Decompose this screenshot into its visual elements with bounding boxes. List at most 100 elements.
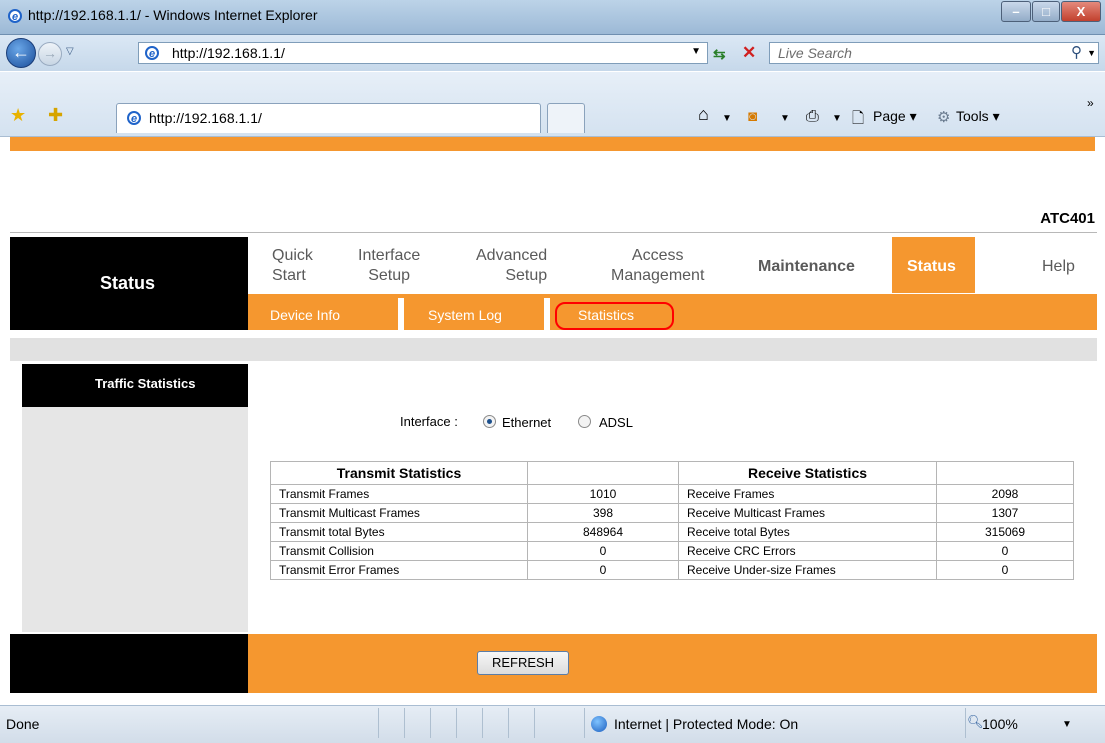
menu-label: Management <box>611 267 705 284</box>
transmit-header: Transmit Statistics <box>270 461 528 485</box>
zoom-level[interactable]: 100% <box>982 716 1018 732</box>
table-row: Transmit Collision 0 Receive CRC Errors … <box>270 541 1074 561</box>
menu-status[interactable]: Status <box>907 257 956 277</box>
menu-label: Advanced <box>476 247 548 264</box>
menu-interface-setup[interactable]: Interface Setup <box>358 246 420 286</box>
table-header-row: Transmit Statistics Receive Statistics <box>270 461 1074 485</box>
menu-advanced-setup[interactable]: Advanced Setup <box>476 246 547 286</box>
gear-icon: ⚙ <box>937 109 951 126</box>
ie-logo-icon: e <box>8 9 22 23</box>
interface-label: Interface : <box>400 414 458 429</box>
status-text: Done <box>6 716 40 732</box>
status-divider <box>404 708 405 738</box>
radio-ethernet[interactable] <box>483 415 496 428</box>
header-divider <box>10 232 1097 233</box>
footer-black-panel <box>10 634 248 693</box>
side-label: Traffic Statistics <box>95 376 196 391</box>
header-orange-bar <box>10 137 1095 151</box>
status-divider <box>508 708 509 738</box>
tx-value: 0 <box>527 560 679 580</box>
menu-maintenance[interactable]: Maintenance <box>758 257 855 277</box>
rx-label: Receive Multicast Frames <box>678 503 937 523</box>
address-dropdown-icon[interactable]: ▼ <box>691 46 701 57</box>
search-icon[interactable]: ⚲ <box>1071 43 1082 61</box>
page-icon: e <box>145 46 159 60</box>
tx-value: 848964 <box>527 522 679 542</box>
rx-label: Receive total Bytes <box>678 522 937 542</box>
radio-adsl-label: ADSL <box>599 415 633 430</box>
model-name: ATC401 <box>1040 210 1095 227</box>
submenu-divider <box>544 298 550 330</box>
rx-value: 0 <box>936 541 1074 561</box>
tx-value: 0 <box>527 541 679 561</box>
statistics-highlight-circle <box>555 302 674 330</box>
browser-tab[interactable]: e http://192.168.1.1/ <box>116 103 541 133</box>
security-zone[interactable]: Internet | Protected Mode: On <box>614 716 798 732</box>
print-icon[interactable]: ⎙ <box>806 108 819 126</box>
tx-label: Transmit Error Frames <box>270 560 528 580</box>
status-divider <box>430 708 431 738</box>
table-row: Transmit Error Frames 0 Receive Under-si… <box>270 560 1074 580</box>
search-dropdown-icon[interactable]: ▼ <box>1087 48 1096 58</box>
back-arrow-icon[interactable]: ← <box>6 38 36 68</box>
status-divider <box>534 708 535 738</box>
menu-label: Quick <box>272 247 313 264</box>
menu-access-management[interactable]: Access Management <box>611 246 704 286</box>
menu-label: Access <box>631 247 684 264</box>
forward-arrow-icon[interactable]: → <box>38 42 62 66</box>
favorites-star-icon[interactable]: ★ <box>10 105 26 126</box>
tools-menu[interactable]: Tools ▾ <box>956 108 1000 125</box>
menu-quick-start[interactable]: Quick Start <box>272 246 313 286</box>
zoom-dropdown-icon[interactable]: ▼ <box>1062 719 1072 730</box>
refresh-page-icon[interactable]: ⇆ <box>713 45 726 63</box>
feeds-icon[interactable]: ◙ <box>748 108 757 125</box>
menu-help[interactable]: Help <box>1042 257 1075 277</box>
table-row: Transmit total Bytes 848964 Receive tota… <box>270 522 1074 542</box>
tx-label: Transmit Multicast Frames <box>270 503 528 523</box>
tools-menu-label: Tools <box>956 108 989 124</box>
minimize-button[interactable]: – <box>1001 1 1031 22</box>
add-favorites-icon[interactable]: ✚ <box>48 105 63 126</box>
table-row: Transmit Multicast Frames 398 Receive Mu… <box>270 503 1074 523</box>
stop-icon[interactable]: ✕ <box>742 43 756 63</box>
print-dropdown-icon[interactable]: ▼ <box>832 113 842 124</box>
tab-page-icon: e <box>127 111 141 125</box>
new-tab-button[interactable] <box>547 103 585 133</box>
feeds-dropdown-icon[interactable]: ▼ <box>780 113 790 124</box>
status-divider <box>482 708 483 738</box>
radio-adsl[interactable] <box>578 415 591 428</box>
empty-header <box>527 461 679 485</box>
history-dropdown-icon[interactable]: ▽ <box>66 46 74 57</box>
close-button[interactable]: X <box>1061 1 1101 22</box>
tx-value: 398 <box>527 503 679 523</box>
tx-value: 1010 <box>527 484 679 504</box>
rx-label: Receive Frames <box>678 484 937 504</box>
status-divider <box>456 708 457 738</box>
menu-label: Setup <box>368 267 411 284</box>
status-divider <box>584 708 585 738</box>
window-title: http://192.168.1.1/ - Windows Internet E… <box>28 7 318 23</box>
page-left-margin <box>0 137 10 697</box>
empty-header <box>936 461 1074 485</box>
home-dropdown-icon[interactable]: ▼ <box>722 113 732 124</box>
address-field[interactable]: e http://192.168.1.1/ ▼ <box>138 42 708 64</box>
gray-spacer-bar <box>10 338 1097 361</box>
radio-ethernet-label: Ethernet <box>502 415 552 430</box>
submenu-system-log[interactable]: System Log <box>428 307 502 323</box>
globe-icon <box>591 716 607 732</box>
page-menu[interactable]: Page ▾ <box>873 108 917 125</box>
menu-label: Interface <box>358 247 421 264</box>
receive-header: Receive Statistics <box>678 461 937 485</box>
tab-title: http://192.168.1.1/ <box>149 110 262 126</box>
more-commands-icon[interactable]: » <box>1087 96 1094 110</box>
rx-value: 0 <box>936 560 1074 580</box>
submenu-device-info[interactable]: Device Info <box>270 307 340 323</box>
rx-value: 315069 <box>936 522 1074 542</box>
address-url: http://192.168.1.1/ <box>172 45 285 61</box>
refresh-button[interactable]: REFRESH <box>477 651 569 675</box>
maximize-button[interactable]: □ <box>1032 1 1060 22</box>
search-input[interactable]: Live Search ⚲ ▼ <box>769 42 1099 64</box>
menu-label: Setup <box>505 267 548 284</box>
home-icon[interactable]: ⌂ <box>698 104 709 125</box>
side-panel <box>22 407 248 632</box>
